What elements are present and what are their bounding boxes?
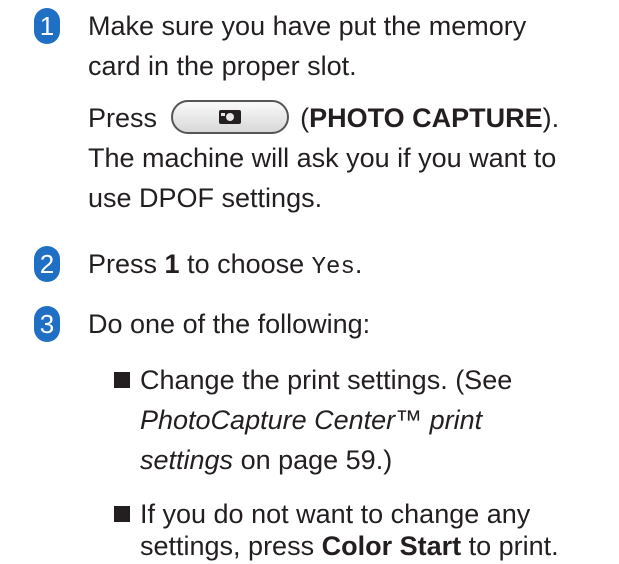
step-2-option: Yes — [311, 254, 355, 281]
step-1-line-5: use DPOF settings. — [88, 183, 323, 213]
step-2-key: 1 — [164, 249, 180, 279]
press-prefix: Press — [88, 103, 158, 133]
photo-capture-label: PHOTO CAPTURE — [309, 103, 543, 133]
bullet-1-line-1: Change the print settings. (See — [140, 365, 513, 395]
step-2-middle: to choose — [179, 249, 312, 279]
step-2-text: Press 1 to choose Yes. — [88, 246, 362, 286]
step-1-press-line: Press (PHOTO CAPTURE). — [88, 99, 560, 137]
step-number-2: 2 — [34, 246, 60, 282]
bullet-2-line-2: settings, press Color Start to print. — [140, 528, 559, 564]
step-2-prefix: Press — [88, 249, 165, 279]
bullet-1-link-part1[interactable]: PhotoCapture Center™ print — [140, 405, 482, 435]
step-2-suffix: . — [354, 249, 363, 279]
color-start-label: Color Start — [321, 531, 462, 561]
bullet-1-tail: on page 59.) — [233, 445, 393, 475]
step-1-line-4: The machine will ask you if you want to — [88, 143, 557, 173]
press-close-paren: ). — [542, 103, 560, 133]
bullet-1-link-part2[interactable]: settings — [140, 445, 233, 475]
bullet-1-line-3: settings on page 59.) — [140, 442, 392, 478]
press-open-paren: ( — [300, 103, 310, 133]
bullet-square-2 — [114, 506, 130, 522]
bullet-2-line-1: If you do not want to change any — [140, 499, 531, 529]
camera-icon — [218, 109, 241, 124]
step-number-1: 1 — [34, 8, 60, 44]
photo-capture-button[interactable] — [170, 99, 289, 134]
bullet-1-line-2: PhotoCapture Center™ print — [140, 402, 482, 438]
bullet-2-prefix: settings, press — [140, 531, 322, 561]
step-3-text: Do one of the following: — [88, 309, 371, 339]
step-1-line-2: card in the proper slot. — [88, 51, 357, 81]
step-1-line-1: Make sure you have put the memory — [88, 11, 527, 41]
step-number-3: 3 — [34, 306, 60, 342]
bullet-2-suffix: to print. — [461, 531, 559, 561]
bullet-square-1 — [114, 372, 130, 388]
